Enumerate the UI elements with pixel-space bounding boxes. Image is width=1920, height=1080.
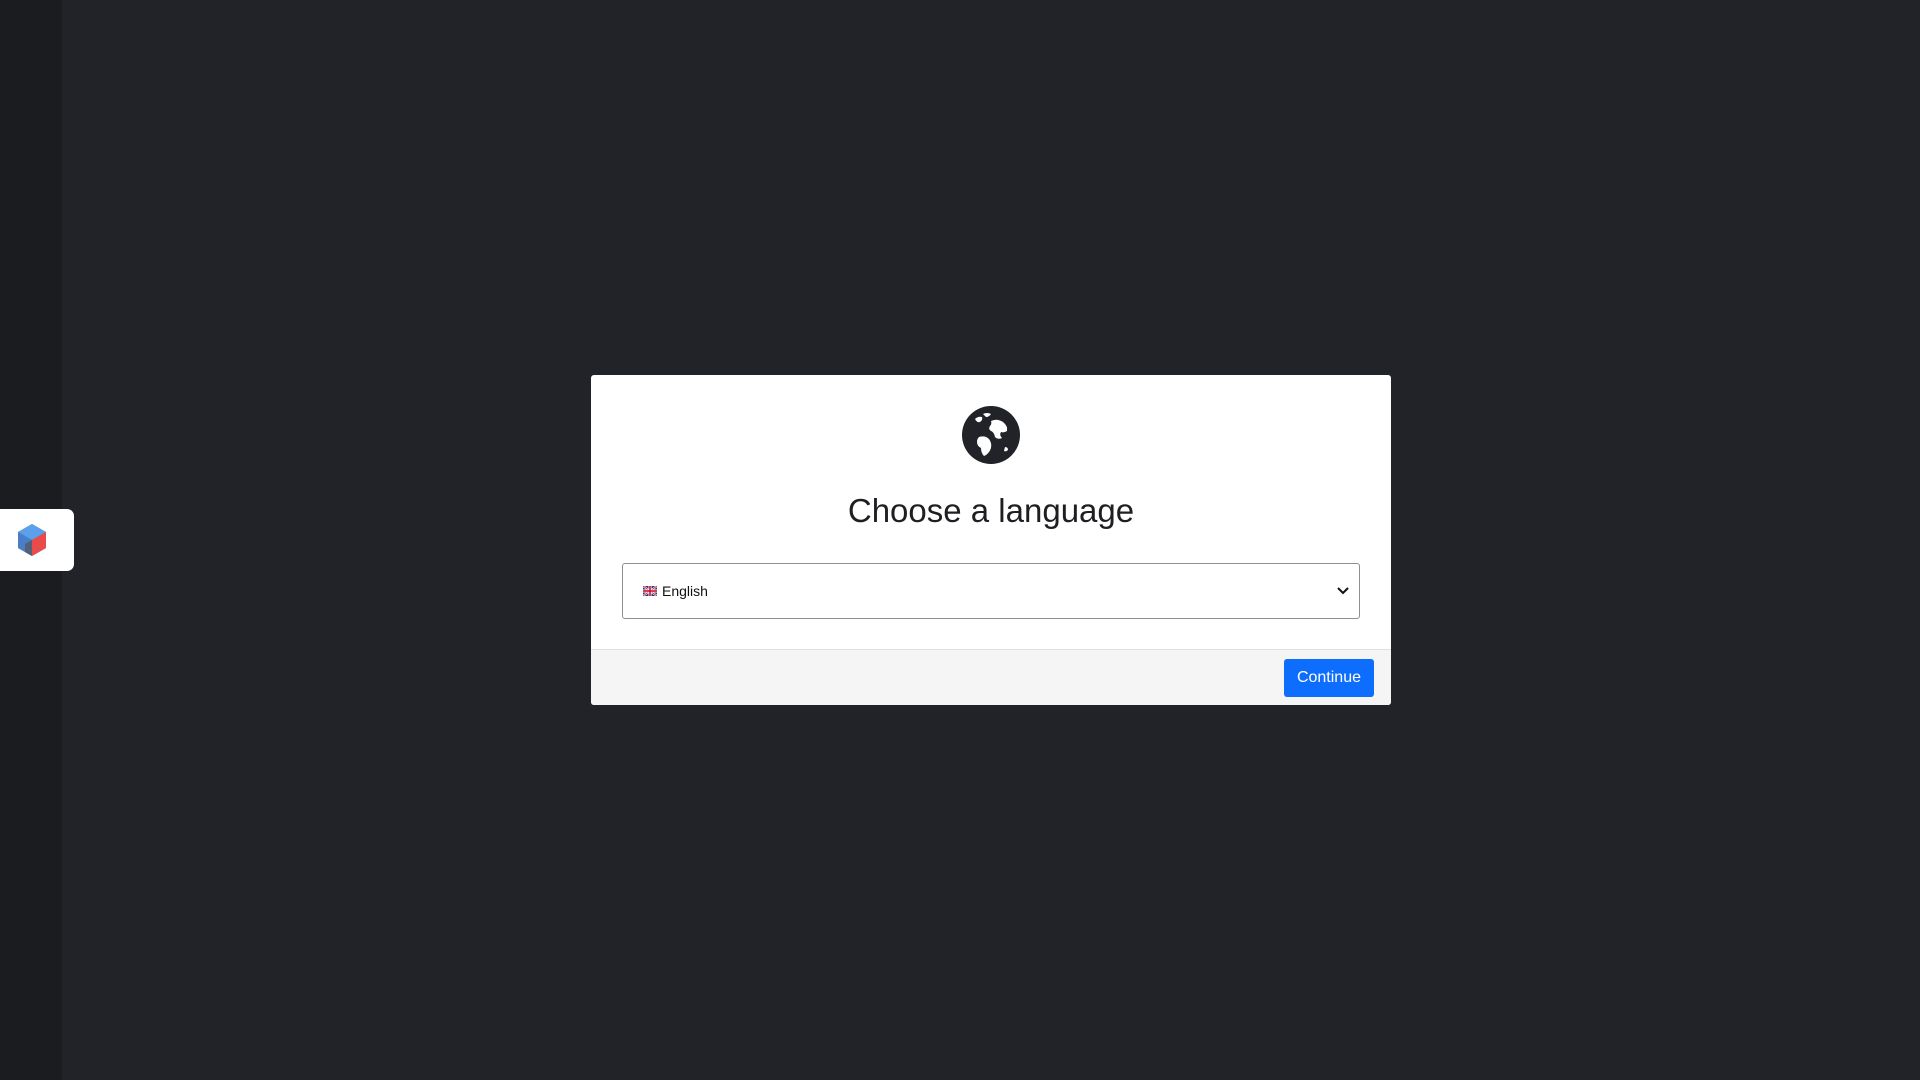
language-modal: Choose a language English Continue xyxy=(591,375,1391,705)
modal-body: Choose a language English xyxy=(591,375,1391,649)
modal-title: Choose a language xyxy=(847,492,1135,529)
globe-icon xyxy=(962,406,1020,464)
continue-button[interactable]: Continue xyxy=(1283,659,1374,697)
cube-logo-icon xyxy=(18,524,46,556)
language-select-value: English xyxy=(662,583,708,599)
side-widget-tab[interactable] xyxy=(0,509,74,571)
modal-footer: Continue xyxy=(591,649,1391,705)
uk-flag-icon xyxy=(643,586,657,596)
chevron-down-icon xyxy=(1337,587,1349,595)
language-select[interactable]: English xyxy=(622,563,1360,619)
